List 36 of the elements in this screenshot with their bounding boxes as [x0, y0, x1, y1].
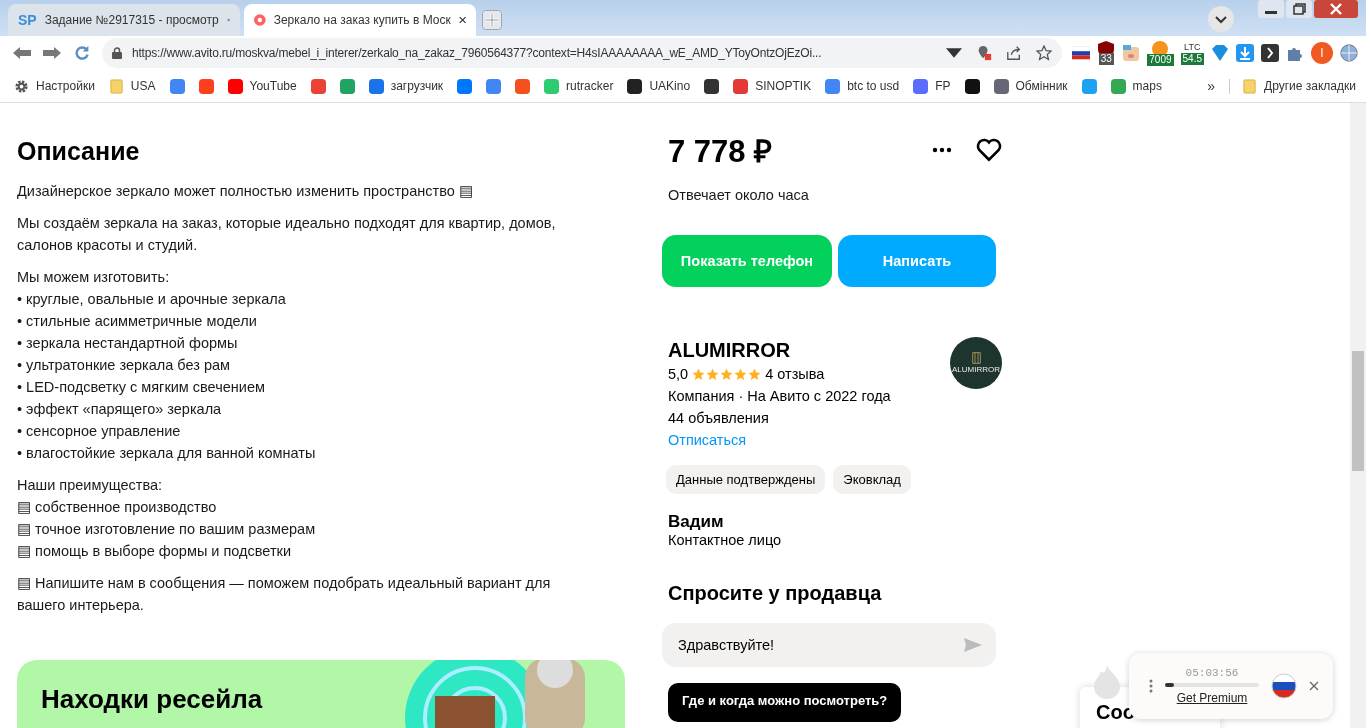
description-paragraph: ▤ Напишите нам в сообщения — поможем подобрать идеальный вариант для вашего интерьера.	[17, 574, 552, 615]
url-text: https://www.avito.ru/moskva/mebel_i_interer/zerkalo_na_zakaz_7960564377?context=H4sIAAAAAAAA_wE_AMD_YToyOntzOjEzOi...	[132, 46, 823, 60]
tab-title: Зеркало на заказ купить в Моск	[273, 13, 451, 27]
seller-tag: Эковклад	[833, 465, 911, 494]
description-paragraph: Мы создаём зеркала на заказ, которые идеально подходят для квартир, домов, салонов красоты и студий.	[17, 214, 557, 255]
description-line: • влагостойкие зеркала для ванной комнаты	[17, 444, 317, 463]
tab-title: Задание №2917315 - просмотр	[44, 13, 219, 27]
section-heading: Описание	[17, 137, 141, 166]
description-line: • LED-подсветку с мягким свечением	[17, 378, 266, 397]
contact-role: Контактное лицо	[668, 532, 783, 548]
promo-title: Находки ресейла	[41, 683, 263, 715]
description-line: • зеркала нестандартной формы	[17, 334, 239, 353]
site-logo: SP	[18, 12, 37, 28]
contact-name: Вадим	[668, 512, 725, 532]
price: 7 778 ₽	[668, 133, 774, 171]
description-paragraph: Дизайнерское зеркало может полностью изменить пространство ▤	[17, 182, 474, 201]
extension-badge: 33	[1098, 53, 1114, 65]
description-line: • сенсорное управление	[17, 422, 182, 441]
rating-value: 5,0	[668, 365, 689, 384]
description-line: • эффект «парящего» зеркала	[17, 400, 223, 419]
description-line: • круглые, овальные и арочные зеркала	[17, 290, 287, 309]
section-heading: Спросите у продавца	[668, 582, 883, 605]
extension-badge: 54.5	[1180, 52, 1204, 65]
description-line: • ультратонкие зеркала без рам	[17, 356, 231, 375]
seller-tag: Данные подтверждены	[666, 465, 826, 494]
extension-label: LTC	[1184, 41, 1201, 52]
extension-badge: 7009	[1147, 54, 1174, 66]
description-line: ▤ собственное производство	[17, 498, 218, 517]
description-line: • стильные асимметричные модели	[17, 312, 258, 331]
response-time: Отвечает около часа	[668, 187, 810, 203]
description-line: ▤ помощь в выборе формы и подсветки	[17, 542, 292, 561]
description-line: Мы можем изготовить:	[17, 268, 171, 287]
seller-info: Компания · На Авито с 2022 года	[668, 387, 891, 406]
description-line: Наши преимущества:	[17, 476, 164, 495]
timer: 05:03:56	[1185, 667, 1239, 679]
description-line: ▤ точное изготовление по вашим размерам	[17, 520, 317, 539]
